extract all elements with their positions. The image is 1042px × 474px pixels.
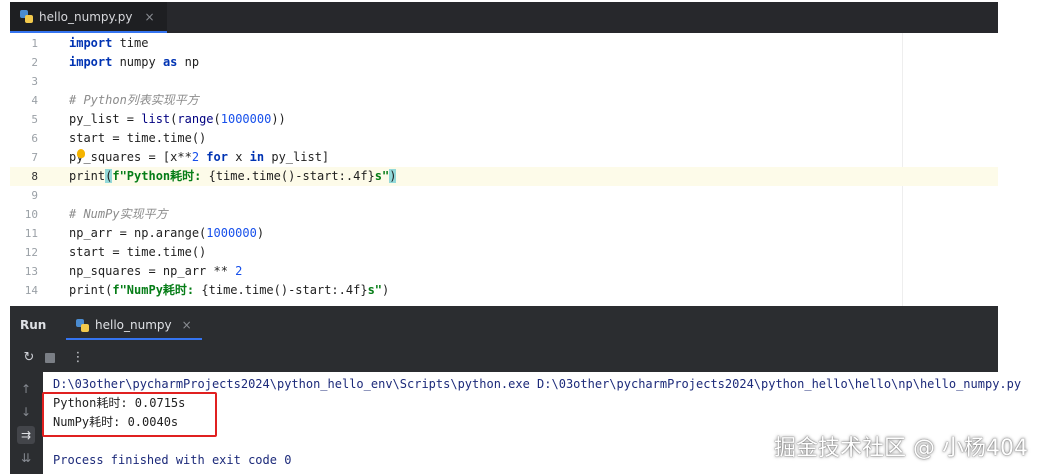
editor-tab-hello-numpy[interactable]: hello_numpy.py ×	[10, 2, 167, 33]
code-editor[interactable]: 1 import time 2 import numpy as np 3 4 #…	[10, 33, 998, 306]
code-line: 2 import numpy as np	[10, 53, 998, 72]
function-name: print	[69, 283, 106, 297]
python-run-config-icon	[76, 318, 89, 332]
code-line: 3	[10, 72, 998, 91]
close-icon[interactable]: ×	[144, 10, 154, 24]
string-literal: s"	[374, 169, 390, 183]
code-line: 9	[10, 186, 998, 205]
code-line: 4 # Python列表实现平方	[10, 91, 998, 110]
line-number: 7	[31, 151, 38, 164]
code-line: 12 start = time.time()	[10, 243, 998, 262]
fstring-expression: {time.time()-start:.4f}	[208, 169, 375, 183]
line-number: 3	[31, 75, 38, 88]
keyword: in	[249, 150, 265, 164]
code-line: 6 start = time.time()	[10, 129, 998, 148]
run-panel-title: Run	[20, 318, 47, 332]
line-number: 4	[31, 94, 38, 107]
keyword: import	[69, 36, 113, 50]
console-side-toolbar: ↑ ↓ ⇉ ⇊	[10, 372, 43, 474]
line-number: 1	[31, 37, 38, 50]
keyword: import	[69, 55, 113, 69]
matched-bracket: )	[389, 169, 397, 183]
stop-icon[interactable]	[41, 349, 59, 367]
code-text: np_arr = np.arange(	[69, 226, 207, 240]
number-literal: 1000000	[206, 226, 257, 240]
close-icon[interactable]: ×	[182, 318, 192, 332]
number-literal: 2	[235, 264, 243, 278]
code-line: 1 import time	[10, 34, 998, 53]
code-text: start = time.time()	[69, 131, 207, 145]
code-line: 7 py_squares = [x**2 for x in py_list]	[10, 148, 998, 167]
line-number: 5	[31, 113, 38, 126]
code-line: 10 # NumPy实现平方	[10, 205, 998, 224]
code-text: (	[213, 112, 221, 126]
comment: # NumPy实现平方	[69, 207, 168, 221]
builtin: range	[177, 112, 214, 126]
code-line-current: 8 print(f"Python耗时: {time.time()-start:.…	[10, 167, 998, 186]
highlight-annotation-box	[42, 392, 217, 437]
rerun-icon[interactable]: ↻	[20, 349, 38, 367]
line-number: 14	[24, 284, 38, 297]
more-options-icon[interactable]: ⋮	[69, 349, 87, 367]
line-number: 6	[31, 132, 38, 145]
fstring-expression: {time.time()-start:.4f}	[201, 283, 368, 297]
number-literal: 2	[191, 150, 200, 164]
number-literal: 1000000	[220, 112, 272, 126]
code-text: x	[227, 150, 250, 164]
editor-tab-bar: hello_numpy.py ×	[10, 2, 998, 33]
code-line: 13 np_squares = np_arr ** 2	[10, 262, 998, 281]
code-line: 14 print(f"NumPy耗时: {time.time()-start:.…	[10, 281, 998, 300]
builtin: list	[141, 112, 171, 126]
code-line: 11 np_arr = np.arange(1000000)	[10, 224, 998, 243]
line-number: 8	[31, 170, 38, 183]
scroll-down-icon[interactable]: ↓	[17, 403, 35, 421]
console-process-finished: Process finished with exit code 0	[53, 453, 292, 467]
scroll-up-icon[interactable]: ↑	[17, 380, 35, 398]
code-line: 5 py_list = list(range(1000000))	[10, 110, 998, 129]
line-number: 13	[24, 265, 38, 278]
intention-bulb-icon[interactable]	[77, 149, 85, 158]
code-text: np	[177, 55, 200, 69]
code-text: )	[256, 226, 265, 240]
string-literal: s"	[367, 283, 383, 297]
python-file-icon	[20, 10, 33, 23]
run-panel-header: Run hello_numpy ×	[10, 306, 998, 344]
line-number: 10	[24, 208, 38, 221]
function-name: print	[69, 169, 106, 183]
run-tab-hello-numpy[interactable]: hello_numpy ×	[66, 312, 202, 340]
code-text: ))	[271, 112, 286, 126]
run-toolbar: ↻ ⋮	[10, 344, 998, 372]
code-text: start = time.time()	[69, 245, 207, 259]
soft-wrap-icon[interactable]: ⇉	[17, 426, 35, 444]
run-tab-label: hello_numpy	[95, 318, 172, 332]
code-text: )	[382, 283, 390, 297]
code-text: numpy	[112, 55, 163, 69]
keyword: for	[206, 150, 228, 164]
code-text: py_list]	[264, 150, 330, 164]
line-number: 9	[31, 189, 38, 202]
line-number: 12	[24, 246, 38, 259]
code-text: time	[112, 36, 149, 50]
code-text: np_squares = np_arr **	[69, 264, 236, 278]
watermark: 掘金技术社区 @ 小杨404	[774, 436, 1028, 461]
string-literal: f"Python耗时:	[112, 169, 209, 183]
editor-tab-label: hello_numpy.py	[39, 9, 133, 24]
keyword: as	[162, 55, 178, 69]
line-number: 11	[24, 227, 38, 240]
string-literal: f"NumPy耗时:	[112, 283, 202, 297]
scroll-to-end-icon[interactable]: ⇊	[17, 449, 35, 467]
code-text: py_squares = [x**	[69, 150, 192, 164]
code-text: py_list =	[69, 112, 142, 126]
comment: # Python列表实现平方	[69, 93, 199, 107]
line-number: 2	[31, 56, 38, 69]
